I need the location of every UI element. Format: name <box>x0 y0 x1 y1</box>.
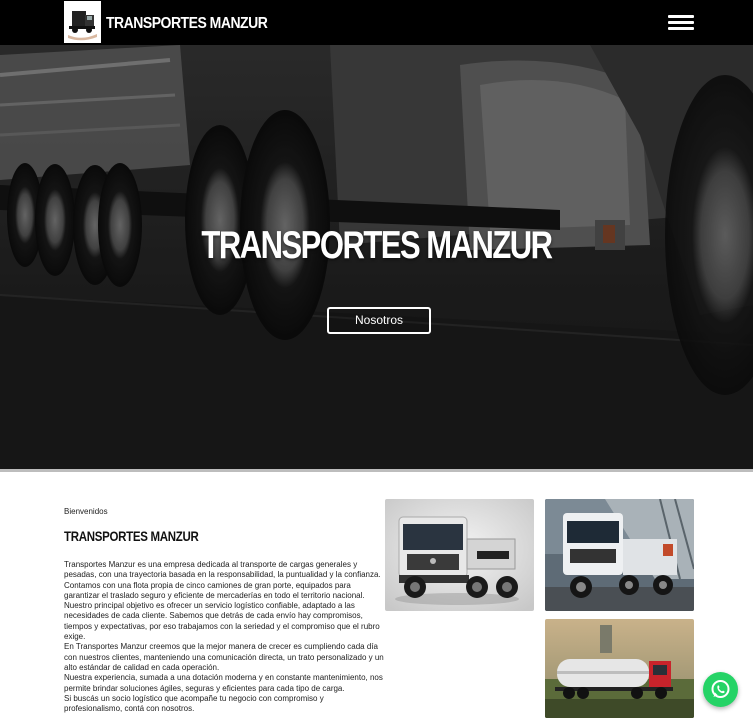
about-paragraph: Transportes Manzur es una empresa dedica… <box>64 560 381 600</box>
truck-photo-dealership <box>545 499 694 611</box>
hero-section: TRANSPORTES MANZUR Nosotros <box>0 45 753 471</box>
truck-logo-icon <box>64 1 101 43</box>
navbar: TRANSPORTES MANZUR <box>0 0 753 45</box>
about-paragraph: Nuestra experiencia, sumada a una dotaci… <box>64 673 383 693</box>
whatsapp-icon <box>711 680 730 698</box>
tanker-truck-photo <box>545 619 694 718</box>
brand-name[interactable]: TRANSPORTES MANZUR <box>106 13 268 31</box>
whatsapp-button[interactable] <box>703 672 738 707</box>
about-text: Transportes Manzur es una empresa dedica… <box>64 560 384 714</box>
welcome-label: Bienvenidos <box>64 507 108 516</box>
about-paragraph: Nuestro principal objetivo es ofrecer un… <box>64 601 380 642</box>
logo[interactable] <box>64 1 101 43</box>
truck-photo-studio <box>385 499 534 611</box>
about-paragraph: En Transportes Manzur creemos que la mej… <box>64 642 384 672</box>
about-paragraph: Si buscás un socio logístico que acompañ… <box>64 693 324 714</box>
hamburger-menu-icon[interactable] <box>668 15 694 30</box>
nosotros-button[interactable]: Nosotros <box>327 307 431 334</box>
about-title: TRANSPORTES MANZUR <box>64 530 199 545</box>
hero-title: TRANSPORTES MANZUR <box>201 223 553 267</box>
